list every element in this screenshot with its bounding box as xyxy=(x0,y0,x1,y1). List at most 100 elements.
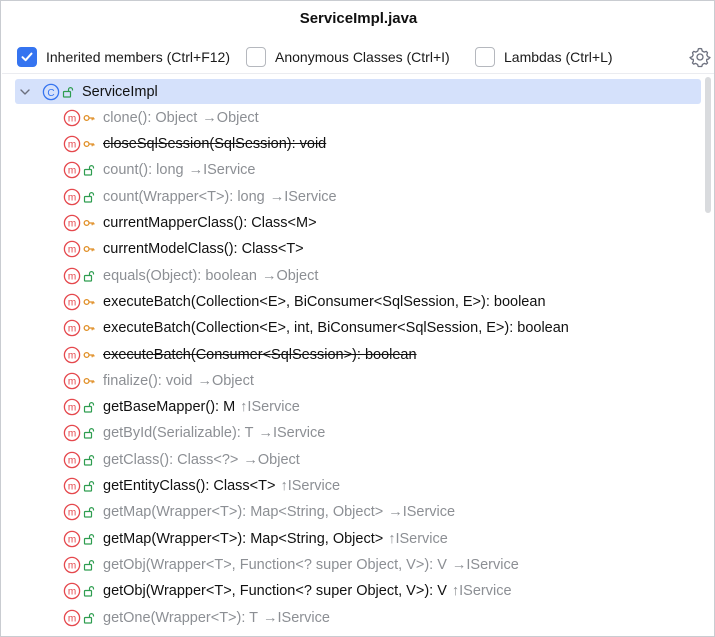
tree-member-row[interactable]: m executeBatch(Collection<E>, int, BiCons… xyxy=(63,316,569,341)
svg-text:m: m xyxy=(68,271,76,282)
svg-text:m: m xyxy=(68,113,76,124)
public-lock-open-icon xyxy=(83,270,95,282)
tree-member-row[interactable]: m currentModelClass(): Class<T> xyxy=(63,237,304,262)
chevron-down-icon[interactable] xyxy=(18,85,32,99)
member-inherited-from: →Object xyxy=(202,109,259,126)
svg-text:m: m xyxy=(68,560,76,571)
method-icon: m xyxy=(63,319,81,337)
member-inherited-from: →Object xyxy=(197,372,254,389)
tree-member-row[interactable]: m executeBatch(Collection<E>, BiConsumer<… xyxy=(63,289,546,314)
member-signature: getObj(Wrapper<T>, Function<? super Obje… xyxy=(103,583,447,600)
svg-text:m: m xyxy=(68,140,76,151)
tree-member-row[interactable]: m finalize(): void →Object xyxy=(63,368,254,393)
svg-text:C: C xyxy=(47,87,54,98)
scrollbar-thumb[interactable] xyxy=(705,77,711,213)
svg-text:m: m xyxy=(68,192,76,203)
member-signature: getById(Serializable): T xyxy=(103,425,254,442)
member-inherited-from: →IService xyxy=(263,609,330,626)
member-signature: getMap(Wrapper<T>): Map<String, Object> xyxy=(103,530,384,547)
method-icon: m xyxy=(63,477,81,495)
vertical-scrollbar[interactable] xyxy=(703,77,713,213)
public-lock-open-icon xyxy=(83,612,95,624)
tree-member-row[interactable]: m count(Wrapper<T>): long →IService xyxy=(63,184,337,209)
protected-key-icon xyxy=(83,246,95,253)
method-icon: m xyxy=(63,162,81,179)
member-signature: equals(Object): boolean xyxy=(103,267,257,284)
member-inherited-from: →IService xyxy=(388,504,456,521)
anonymous-classes-label: Anonymous Classes (Ctrl+I) xyxy=(275,49,450,65)
checkbox-unchecked-icon[interactable] xyxy=(246,47,266,67)
method-icon: m xyxy=(63,451,81,468)
svg-text:m: m xyxy=(68,508,76,519)
public-lock-open-icon xyxy=(62,86,74,98)
method-icon: m xyxy=(63,556,81,574)
method-icon: m xyxy=(63,293,81,311)
member-signature: finalize(): void xyxy=(103,372,193,389)
svg-text:m: m xyxy=(68,297,76,308)
tree-member-row[interactable]: m executeBatch(Consumer<SqlSession>): boo… xyxy=(63,342,417,367)
tree-root-serviceimpl[interactable]: C ServiceImpl xyxy=(15,79,701,104)
member-inherited-from: ↑IService xyxy=(240,399,300,416)
checkbox-unchecked-icon[interactable] xyxy=(475,47,495,67)
protected-key-icon xyxy=(83,114,95,121)
member-inherited-from: ↑IService xyxy=(451,583,512,600)
method-icon: m xyxy=(63,135,81,153)
svg-text:m: m xyxy=(68,350,76,361)
method-icon: m xyxy=(63,346,81,363)
lambdas-checkbox[interactable]: Lambdas (Ctrl+L) xyxy=(475,45,613,69)
member-signature: currentMapperClass(): Class<M> xyxy=(103,215,317,231)
inherited-members-checkbox[interactable]: Inherited members (Ctrl+F12) xyxy=(17,45,230,69)
svg-text:m: m xyxy=(68,455,76,466)
tree-member-row[interactable]: m getMap(Wrapper<T>): Map<String, Object>… xyxy=(63,526,448,551)
gear-icon[interactable] xyxy=(689,46,711,68)
inherited-members-label: Inherited members (Ctrl+F12) xyxy=(46,49,231,65)
member-inherited-from: ↑IService xyxy=(280,478,341,494)
checkbox-checked-icon[interactable] xyxy=(17,47,37,67)
anonymous-classes-checkbox[interactable]: Anonymous Classes (Ctrl+I) xyxy=(246,45,450,69)
tree-member-row[interactable]: m getEntityClass(): Class<T> ↑IService xyxy=(63,474,340,499)
svg-text:m: m xyxy=(68,403,76,414)
member-signature: currentModelClass(): Class<T> xyxy=(103,241,304,258)
method-icon: m xyxy=(63,425,81,442)
lambdas-label: Lambdas (Ctrl+L) xyxy=(504,49,613,65)
member-inherited-from: →IService xyxy=(188,162,256,179)
method-icon: m xyxy=(63,398,81,416)
member-signature: getEntityClass(): Class<T> xyxy=(103,478,276,494)
tree-member-row[interactable]: m count(): long →IService xyxy=(63,158,256,183)
svg-text:m: m xyxy=(68,219,76,230)
tree-member-row[interactable]: m clone(): Object →Object xyxy=(63,105,259,130)
svg-text:m: m xyxy=(68,587,76,598)
tree-member-row[interactable]: m getMap(Wrapper<T>): Map<String, Object>… xyxy=(63,500,455,525)
member-signature: getObj(Wrapper<T>, Function<? super Obje… xyxy=(103,556,447,573)
method-icon: m xyxy=(63,582,81,600)
protected-key-icon xyxy=(83,377,95,384)
tree-member-row[interactable]: m getOne(Wrapper<T>): T →IService xyxy=(63,605,330,630)
tree-member-row[interactable]: m equals(Object): boolean →Object xyxy=(63,263,318,288)
member-signature: closeSqlSession(SqlSession): void xyxy=(103,136,327,153)
structure-popup: ServiceImpl.java Inherited members (Ctrl… xyxy=(0,0,715,637)
protected-key-icon xyxy=(83,219,95,227)
method-icon: m xyxy=(63,372,81,390)
member-inherited-from: →IService xyxy=(451,556,519,573)
svg-text:m: m xyxy=(68,245,76,256)
member-signature: clone(): Object xyxy=(103,109,198,126)
protected-key-icon xyxy=(83,351,95,358)
tree-root-label: ServiceImpl xyxy=(82,83,158,100)
member-inherited-from: ↑IService xyxy=(388,530,448,547)
member-signature: getOne(Wrapper<T>): T xyxy=(103,609,259,626)
public-lock-open-icon xyxy=(83,454,95,466)
tree-member-row[interactable]: m getClass(): Class<?> →Object xyxy=(63,447,300,472)
member-signature: executeBatch(Collection<E>, BiConsumer<S… xyxy=(103,293,546,310)
tree-member-row[interactable]: m getBaseMapper(): M ↑IService xyxy=(63,395,300,420)
popup-title: ServiceImpl.java xyxy=(299,10,418,27)
protected-key-icon xyxy=(83,141,95,148)
svg-text:m: m xyxy=(68,324,76,335)
public-lock-open-icon xyxy=(83,165,95,176)
tree-member-row[interactable]: m getObj(Wrapper<T>, Function<? super Obj… xyxy=(63,579,512,604)
class-icon: C xyxy=(42,83,60,100)
tree-member-row[interactable]: m getById(Serializable): T →IService xyxy=(63,421,325,446)
public-lock-open-icon xyxy=(83,586,95,597)
tree-member-row[interactable]: m currentMapperClass(): Class<M> xyxy=(63,211,317,236)
tree-member-row[interactable]: m getObj(Wrapper<T>, Function<? super Obj… xyxy=(63,552,519,577)
tree-member-row[interactable]: m closeSqlSession(SqlSession): void xyxy=(63,132,326,157)
